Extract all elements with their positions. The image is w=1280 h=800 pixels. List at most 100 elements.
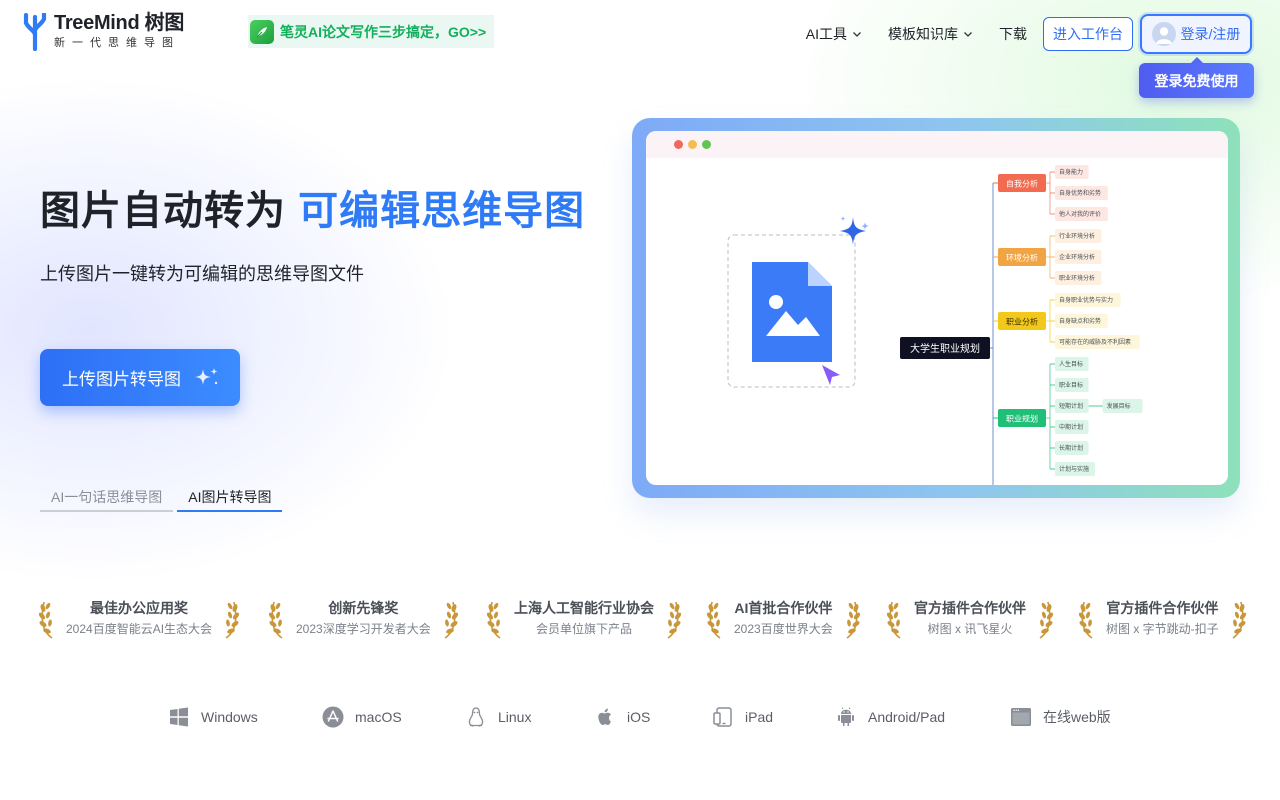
mindmap-child-connector [1046,364,1051,469]
laurel-left-icon [1078,601,1093,639]
laurel-right-icon [846,601,860,639]
mindmap-branch-label: 自我分析 [1006,179,1038,189]
nav-label: 模板知识库 [888,26,958,42]
platform-web[interactable]: 在线web版 [1010,706,1111,728]
logo-name: TreeMind 树图 [54,12,185,34]
apple-icon [598,708,611,725]
upload-image-button[interactable]: 上传图片转导图 [40,349,240,406]
logo-tagline: 新一代思维导图 [54,37,180,49]
laurel-left-icon [486,601,501,639]
tab-ai-sentence-mindmap[interactable]: AI一句话思维导图 [40,484,174,512]
mindmap-diagram: 大学生职业规划 自我分析 自身能力自身优势和劣势他人对我的评价环境分析 行业环境分析企… [900,165,1143,485]
award-item: AI首批合作伙伴 2023百度世界大会 [706,590,861,646]
login-button[interactable]: 登录/注册 [1140,14,1252,54]
appstore-icon [322,706,344,728]
mindmap-leaf-label: 长期计划 [1059,444,1083,452]
award-item: 官方插件合作伙伴 树图 x 讯飞星火 [886,590,1054,646]
mindmap-leaf-label: 自身能力 [1059,168,1083,176]
laurel-left-icon [38,601,53,639]
award-subtitle: 树图 x 字节跳动-扣子 [1106,622,1219,636]
mindmap-leaf-label: 行业环境分析 [1059,232,1095,240]
hero-title-accent: 可编辑思维导图 [298,189,586,233]
award-subtitle: 2023深度学习开发者大会 [296,622,431,636]
mindmap-extra-label: 发展目标 [1107,402,1131,410]
award-title: 最佳办公应用奖 [90,600,189,616]
award-subtitle: 会员单位旗下产品 [535,622,632,636]
nav-templates[interactable]: 模板知识库 [888,24,973,44]
platform-label: iOS [627,709,651,725]
laurel-left-icon [886,601,901,639]
award-item: 创新先锋奖 2023深度学习开发者大会 [268,590,459,646]
linux-icon [468,707,484,727]
laurel-left-icon [706,601,721,639]
windows-icon [170,707,188,727]
promo-banner[interactable]: 笔灵AI论文写作三步搞定，GO>> [248,15,494,48]
mode-tabs: AI一句话思维导图 AI图片转导图 [40,484,286,512]
chevron-down-icon [853,32,861,37]
hero-title: 图片自动转为 可编辑思维导图 [40,178,585,236]
platform-label: Windows [201,709,258,725]
laurel-right-icon [667,601,682,639]
mindmap-branch-label: 职业分析 [1006,317,1038,327]
mindmap-branch-label: 职业规划 [1006,414,1038,424]
mindmap-leaf-label: 自身职业优势与实力 [1059,296,1113,304]
platform-label: iPad [745,709,774,725]
mindmap-child-connector [1046,300,1051,342]
mindmap-leaf-label: 计划与实施 [1059,465,1089,473]
nav-ai-tools[interactable]: AI工具 [806,24,862,44]
awards-row: 最佳办公应用奖 2024百度智能云AI生态大会 创新先锋奖 2023深度学习开发者大… [0,590,1280,650]
platform-windows[interactable]: Windows [168,706,258,728]
laurel-right-icon [225,601,240,639]
preview-window: 大学生职业规划 自我分析 自身能力 自身优势和劣势 他人对我的评价 环境分析 行业环境分析企… [646,131,1228,485]
mindmap-leaf-label: 短期计划 [1059,402,1083,410]
treemind-logo-icon [23,12,47,51]
mindmap-leaf-label: 中期计划 [1059,423,1083,431]
tab-ai-image-mindmap[interactable]: AI图片转导图 [177,484,283,512]
mindmap-root-label: 大学生职业规划 [910,342,980,355]
site-header: TreeMind 树图 新一代思维导图 笔灵AI论文写作三步搞定，GO>> AI… [0,0,1280,64]
preview-frame: 大学生职业规划 自我分析 自身能力 自身优势和劣势 他人对我的评价 环境分析 行业环境分析企… [632,118,1240,498]
mindmap-leaf-label: 自身优势和劣势 [1059,189,1101,197]
hero-title-plain: 图片自动转为 [40,189,286,233]
award-subtitle: 树图 x 讯飞星火 [927,622,1013,636]
platform-label: macOS [355,709,402,725]
workspace-button[interactable]: 进入工作台 [1043,17,1133,51]
mindmap-leaf-label: 他人对我的评价 [1059,210,1101,218]
mindmap-leaf-label: 职业环境分析 [1059,274,1095,282]
laurel-left-icon [268,601,283,639]
platform-linux[interactable]: Linux [465,706,531,728]
quill-icon [250,19,274,44]
logo[interactable]: TreeMind 树图 新一代思维导图 [20,12,184,51]
platform-android[interactable]: Android/Pad [835,706,945,728]
mindmap-leaf-label: 企业环境分析 [1059,253,1095,261]
login-tooltip[interactable]: 登录免费使用 [1139,57,1254,98]
award-subtitle: 2024百度智能云AI生态大会 [66,622,213,636]
top-nav: AI工具 模板知识库 下载 进入工作台 登录/注册 [806,14,1252,54]
chevron-down-icon [964,32,972,37]
mindmap-leaf-label: 可能存在的威胁及不利因素 [1059,338,1131,346]
image-file-illustration [727,216,869,388]
mindmap-child-connector [1046,236,1051,278]
login-label: 登录/注册 [1180,26,1241,42]
award-item: 最佳办公应用奖 2024百度智能云AI生态大会 [38,590,240,646]
platform-macos[interactable]: macOS [322,706,402,728]
award-title: 官方插件合作伙伴 [1106,600,1219,616]
award-title: AI首批合作伙伴 [734,600,833,616]
platform-label: Android/Pad [868,709,946,725]
nav-label: 下载 [999,26,1027,42]
platform-label: 在线web版 [1043,709,1111,725]
nav-download[interactable]: 下载 [999,24,1027,44]
platform-ipad[interactable]: iPad [712,706,773,728]
android-icon [838,707,854,726]
platform-ios[interactable]: iOS [594,706,650,728]
award-item: 上海人工智能行业协会 会员单位旗下产品 [486,590,682,646]
award-item: 官方插件合作伙伴 树图 x 字节跳动-扣子 [1078,590,1247,646]
promo-text: 笔灵AI论文写作三步搞定，GO>> [280,23,487,40]
award-title: 创新先锋奖 [328,600,399,616]
award-title: 官方插件合作伙伴 [914,600,1026,616]
mindmap-leaf-label: 自身缺点和劣势 [1059,317,1101,325]
mindmap-leaf-label: 职业目标 [1059,381,1083,389]
platform-label: Linux [498,709,532,725]
mindmap-child-connector [1046,172,1051,214]
mindmap-leaf-label: 人生目标 [1059,360,1083,368]
